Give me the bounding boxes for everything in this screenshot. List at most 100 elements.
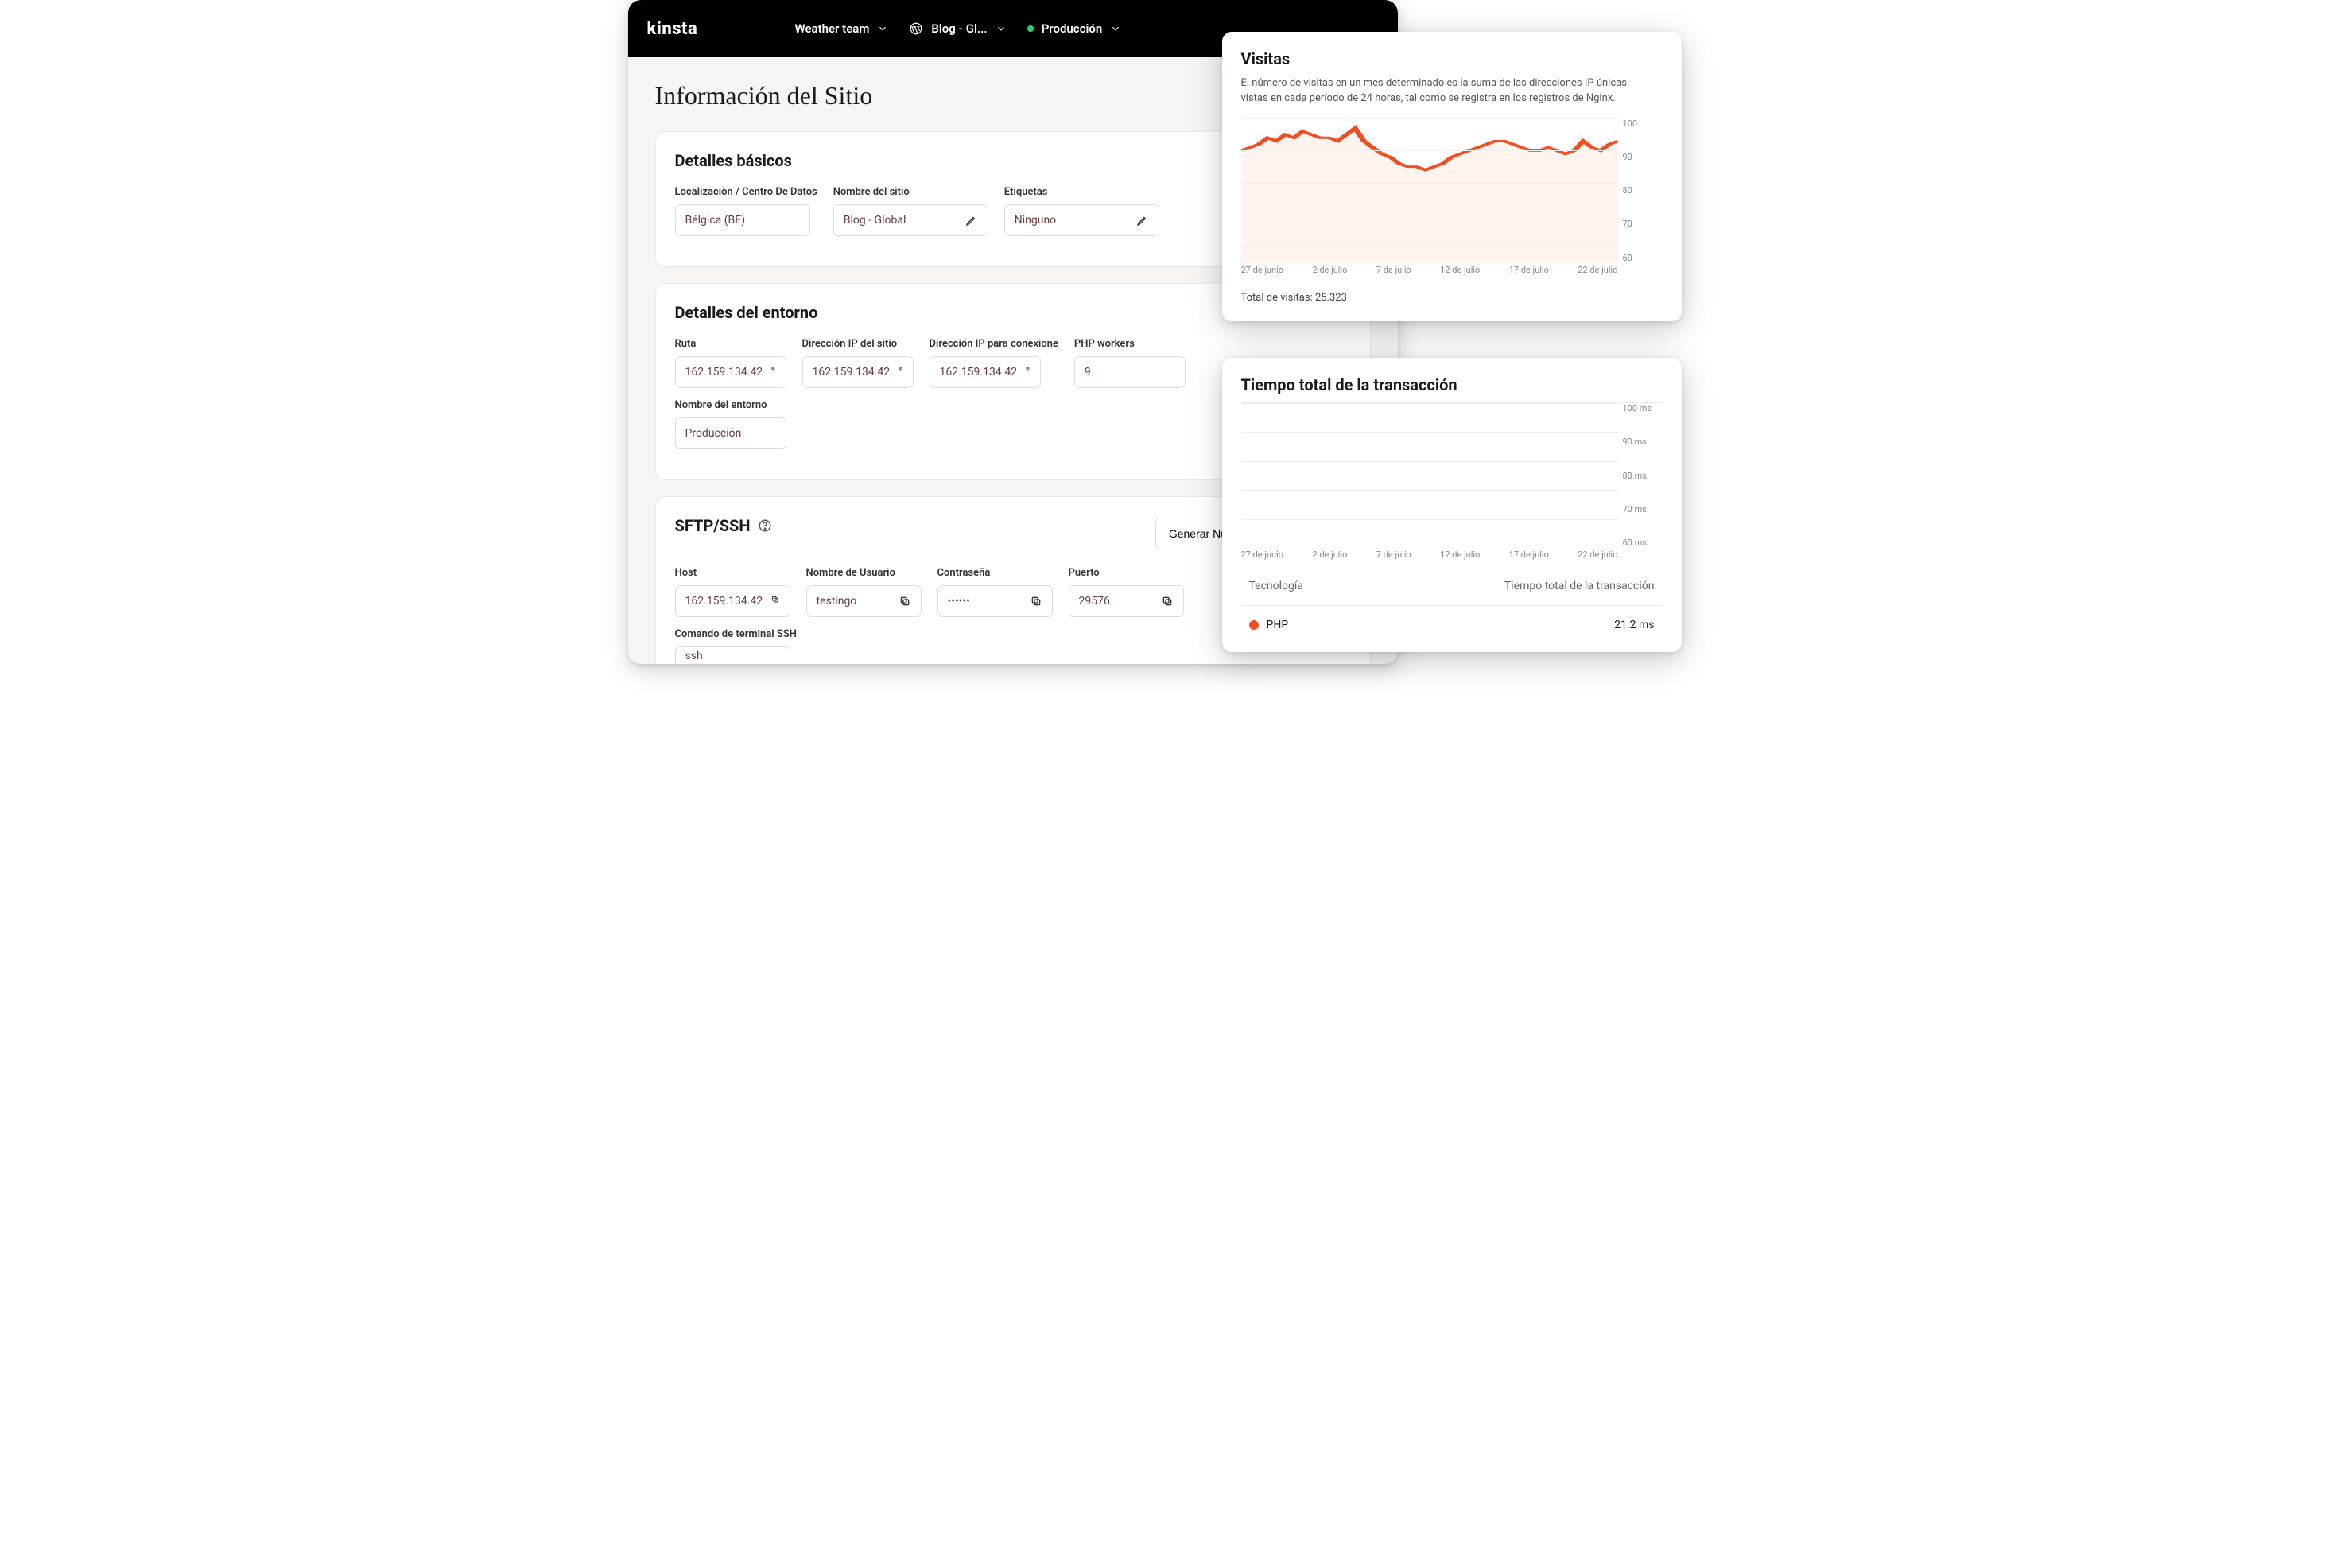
site-selector[interactable]: Blog - Gl... — [909, 21, 1006, 36]
transaction-table-row: PHP 21.2 ms — [1241, 606, 1663, 635]
visits-xaxis: 27 de junio 2 de julio 7 de julio 12 de jul… — [1241, 265, 1618, 281]
siteip-label: Dirección IP del sitio — [802, 338, 914, 350]
ytick: 80 ms — [1623, 471, 1663, 481]
xtick: 17 de julio — [1509, 265, 1549, 281]
env-selector[interactable]: Producción — [1027, 21, 1122, 36]
visits-subtitle: El número de visitas en un mes determina… — [1241, 76, 1655, 107]
ytick: 100 — [1623, 118, 1663, 129]
team-selector-label: Weather team — [795, 21, 870, 36]
xtick: 7 de julio — [1376, 265, 1411, 281]
xtick: 27 de junio — [1241, 265, 1284, 281]
transaction-bars — [1241, 403, 1618, 548]
sshcmd-field: ssh testingo@34.7... — [675, 646, 790, 664]
panel-visits: Visitas El número de visitas en un mes d… — [1222, 32, 1682, 321]
location-field: Bélgica (BE) — [675, 204, 810, 236]
env-selector-label: Producción — [1042, 21, 1103, 36]
location-value: Bélgica (BE) — [685, 214, 746, 227]
brand-logo: kinsta — [647, 19, 774, 39]
user-field: testingo — [806, 585, 922, 617]
transaction-chart: 100 ms 90 ms 80 ms 70 ms 60 ms 27 de junio 2 … — [1241, 402, 1663, 565]
connip-field: 162.159.134.42 — [930, 356, 1041, 388]
wordpress-icon — [909, 21, 923, 36]
copy-icon[interactable] — [1161, 595, 1174, 607]
transaction-table-header: Tecnología Tiempo total de la transacció… — [1241, 565, 1663, 606]
ytick: 90 ms — [1623, 437, 1663, 447]
siteip-value: 162.159.134.42 — [813, 366, 891, 378]
workers-label: PHP workers — [1074, 338, 1186, 350]
ytick: 70 — [1623, 219, 1663, 229]
location-label: Localizaciòn / Centro De Datos — [675, 186, 817, 198]
sshcmd-label: Comando de terminal SSH — [675, 628, 797, 640]
xtick: 22 de julio — [1578, 549, 1617, 565]
visits-chart: 100 90 80 70 60 27 de junio 2 de julio 7 de ju… — [1241, 118, 1663, 281]
row-name: PHP — [1267, 619, 1289, 631]
port-label: Puerto — [1069, 567, 1184, 579]
visits-title: Visitas — [1241, 49, 1663, 68]
chevron-down-icon — [877, 23, 888, 34]
connip-label: Dirección IP para conexione — [930, 338, 1058, 350]
port-field: 29576 — [1069, 585, 1184, 617]
visits-total: Total de visitas: 25.323 — [1241, 292, 1663, 304]
xtick: 12 de julio — [1440, 549, 1480, 565]
card-sftp-title: SFTP/SSH — [675, 516, 751, 535]
col-time: Tiempo total de la transacción — [1504, 580, 1655, 592]
siteip-field: 162.159.134.42 — [802, 356, 914, 388]
xtick: 22 de julio — [1578, 265, 1617, 281]
ytick: 60 ms — [1623, 538, 1663, 548]
site-selector-label: Blog - Gl... — [931, 21, 987, 36]
envname-value: Producción — [685, 427, 742, 440]
user-value: testingo — [817, 595, 857, 607]
legend-swatch-icon — [1249, 620, 1259, 630]
envname-field: Producción — [675, 417, 786, 449]
user-label: Nombre de Usuario — [806, 567, 922, 579]
xtick: 2 de julio — [1312, 265, 1347, 281]
copy-icon[interactable] — [1025, 366, 1030, 378]
chevron-down-icon — [1110, 23, 1121, 34]
transaction-xaxis: 27 de junio 2 de julio 7 de julio 12 de jul… — [1241, 549, 1618, 565]
path-label: Ruta — [675, 338, 786, 350]
sshcmd-value: ssh testingo@34.7... — [685, 650, 780, 664]
ytick: 90 — [1623, 152, 1663, 162]
copy-icon[interactable] — [770, 595, 779, 607]
status-dot-icon — [1027, 25, 1034, 32]
pencil-icon[interactable] — [1136, 214, 1149, 227]
copy-icon[interactable] — [898, 366, 902, 378]
pencil-icon[interactable] — [965, 214, 978, 227]
help-icon[interactable] — [758, 518, 772, 533]
transaction-yaxis: 100 ms 90 ms 80 ms 70 ms 60 ms — [1623, 403, 1663, 548]
xtick: 2 de julio — [1312, 549, 1347, 565]
envname-label: Nombre del entorno — [675, 399, 786, 411]
tags-value: Ninguno — [1015, 214, 1056, 227]
tags-field[interactable]: Ninguno — [1004, 204, 1159, 236]
host-value: 162.159.134.42 — [685, 595, 763, 607]
pass-label: Contraseña — [937, 567, 1053, 579]
path-field: 162.159.134.42 — [675, 356, 786, 388]
xtick: 12 de julio — [1440, 265, 1480, 281]
connip-value: 162.159.134.42 — [940, 366, 1018, 378]
panel-transaction: Tiempo total de la transacción 100 ms 90 … — [1222, 358, 1682, 652]
copy-icon[interactable] — [770, 366, 775, 378]
ytick: 70 ms — [1623, 504, 1663, 514]
xtick: 27 de junio — [1241, 549, 1284, 565]
ytick: 60 — [1623, 253, 1663, 263]
team-selector[interactable]: Weather team — [795, 21, 889, 36]
sitename-field[interactable]: Blog - Global — [833, 204, 988, 236]
port-value: 29576 — [1079, 595, 1110, 607]
workers-field: 9 — [1074, 356, 1186, 388]
xtick: 7 de julio — [1376, 549, 1411, 565]
path-value: 162.159.134.42 — [685, 366, 763, 378]
sitename-label: Nombre del sitio — [833, 186, 988, 198]
xtick: 17 de julio — [1509, 549, 1549, 565]
copy-icon[interactable] — [1030, 595, 1042, 607]
col-tech: Tecnología — [1249, 580, 1303, 592]
chevron-down-icon — [996, 23, 1007, 34]
host-field: 162.159.134.42 — [675, 585, 790, 617]
copy-icon[interactable] — [899, 595, 911, 607]
workers-value: 9 — [1085, 366, 1091, 378]
pass-value: •••••• — [948, 595, 970, 607]
ytick: 100 ms — [1623, 403, 1663, 413]
ytick: 80 — [1623, 185, 1663, 196]
tags-label: Etiquetas — [1004, 186, 1159, 198]
visits-yaxis: 100 90 80 70 60 — [1623, 118, 1663, 263]
sitename-value: Blog - Global — [844, 214, 906, 227]
